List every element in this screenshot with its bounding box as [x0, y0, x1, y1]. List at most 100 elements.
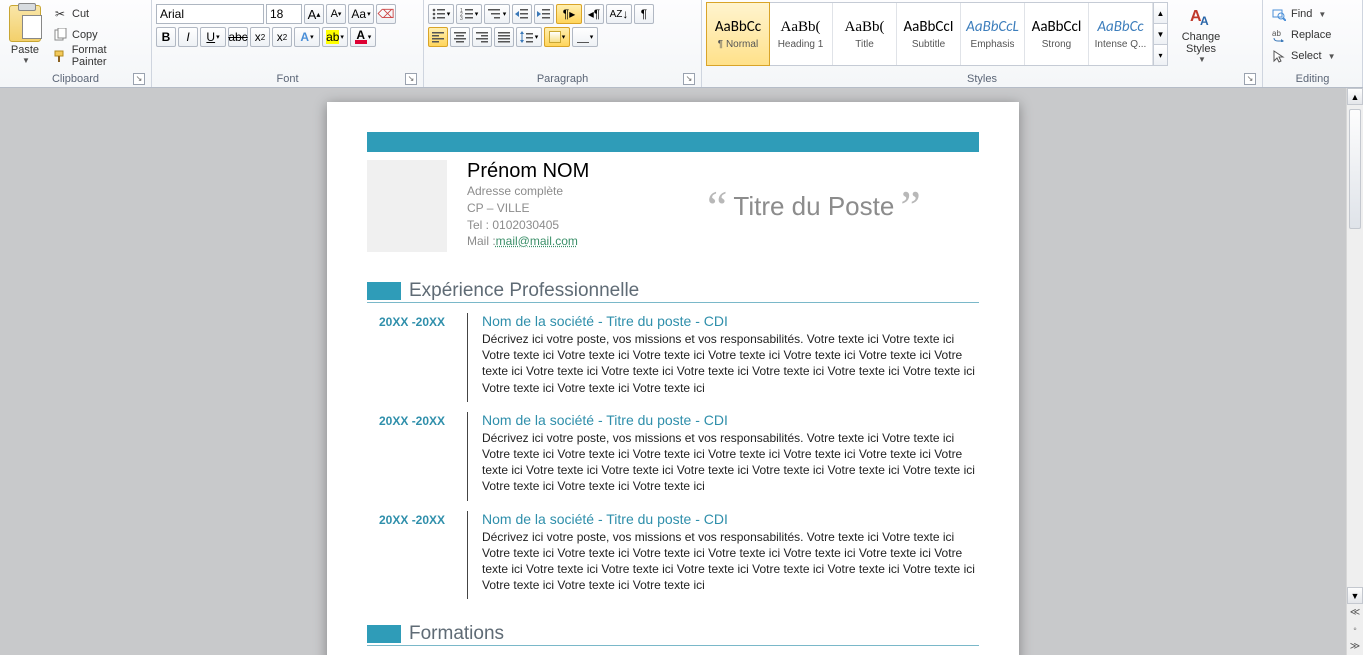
select-button[interactable]: Select▼	[1267, 46, 1357, 66]
cut-label: Cut	[72, 8, 89, 20]
align-center-button[interactable]	[450, 27, 470, 47]
experience-dates: 20XX -20XX	[379, 313, 467, 402]
vertical-scrollbar[interactable]: ▲ ▼ ≪ ◦ ≫	[1346, 88, 1363, 655]
paintbrush-icon	[52, 48, 68, 64]
text-effects-button[interactable]: A▾	[294, 27, 320, 47]
decrease-indent-button[interactable]	[512, 4, 532, 24]
justify-button[interactable]	[494, 27, 514, 47]
scroll-down-button[interactable]: ▼	[1347, 587, 1363, 604]
ltr-direction-button[interactable]: ¶▸	[556, 4, 582, 24]
document-workspace[interactable]: Prénom NOM Adresse complète CP – VILLE T…	[0, 88, 1346, 655]
cv-mail: Mail :mail@mail.com	[467, 233, 647, 250]
replace-button[interactable]: ab Replace	[1267, 25, 1357, 45]
find-label: Find	[1291, 8, 1312, 20]
next-page-button[interactable]: ≫	[1347, 638, 1363, 655]
style-item-intense-q-[interactable]: AaBbCcIntense Q...	[1089, 3, 1153, 65]
align-left-button[interactable]	[428, 27, 448, 47]
copy-icon	[52, 27, 68, 43]
experience-body: Nom de la société - Titre du poste - CDI…	[467, 511, 979, 600]
line-spacing-button[interactable]: ▾	[516, 27, 542, 47]
format-painter-button[interactable]: Format Painter	[48, 46, 147, 66]
strikethrough-button[interactable]: abc	[228, 27, 248, 47]
cv-city: CP – VILLE	[467, 200, 647, 217]
experience-row: 20XX -20XXNom de la société - Titre du p…	[379, 313, 979, 402]
cv-title-quote: “ Titre du Poste ”	[707, 160, 921, 252]
style-preview: AaBbCc	[715, 18, 761, 36]
experience-dates: 20XX -20XX	[379, 412, 467, 501]
grow-font-button[interactable]: A▴	[304, 4, 324, 24]
experiences-list: 20XX -20XXNom de la société - Titre du p…	[367, 313, 979, 599]
scroll-up-button[interactable]: ▲	[1347, 88, 1363, 105]
dialog-launcher-icon[interactable]: ↘	[405, 73, 417, 85]
experience-desc: Décrivez ici votre poste, vos missions e…	[482, 529, 979, 594]
group-title-clipboard: Clipboard ↘	[4, 72, 147, 87]
shading-button[interactable]: ▾	[544, 27, 570, 47]
style-name: Subtitle	[912, 39, 945, 50]
style-preview: AaBbCc	[1097, 18, 1143, 36]
style-preview: AaBbCcL	[966, 18, 1019, 36]
group-title-editing: Editing	[1267, 72, 1358, 87]
increase-indent-button[interactable]	[534, 4, 554, 24]
rtl-direction-button[interactable]: ◂¶	[584, 4, 604, 24]
multilevel-list-button[interactable]: ▾	[484, 4, 510, 24]
select-icon	[1271, 48, 1287, 64]
experience-title: Nom de la société - Titre du poste - CDI	[482, 511, 979, 527]
font-size-select[interactable]	[266, 4, 302, 24]
dialog-launcher-icon[interactable]: ↘	[683, 73, 695, 85]
gallery-more-button[interactable]: ▾	[1154, 45, 1167, 65]
italic-button[interactable]: I	[178, 27, 198, 47]
style-item-title[interactable]: AaBb(Title	[833, 3, 897, 65]
experience-title: Nom de la société - Titre du poste - CDI	[482, 412, 979, 428]
scroll-thumb[interactable]	[1349, 109, 1361, 229]
document-page[interactable]: Prénom NOM Adresse complète CP – VILLE T…	[327, 102, 1019, 655]
style-item-heading-1[interactable]: AaBb(Heading 1	[769, 3, 833, 65]
paste-button[interactable]: Paste ▼	[4, 2, 46, 68]
cv-address: Adresse complète	[467, 183, 647, 200]
dialog-launcher-icon[interactable]: ↘	[133, 73, 145, 85]
cut-button[interactable]: ✂ Cut	[48, 4, 147, 24]
borders-button[interactable]: ▾	[572, 27, 598, 47]
style-item-subtitle[interactable]: AaBbCcI Subtitle	[897, 3, 961, 65]
browse-object-button[interactable]: ◦	[1347, 621, 1363, 638]
prev-page-button[interactable]: ≪	[1347, 604, 1363, 621]
style-name: ¶ Normal	[718, 39, 758, 50]
dialog-launcher-icon[interactable]: ↘	[1244, 73, 1256, 85]
styles-gallery: AaBbCc¶ NormalAaBb(Heading 1AaBb(TitleAa…	[706, 2, 1168, 66]
shrink-font-button[interactable]: A▾	[326, 4, 346, 24]
gallery-up-button[interactable]: ▲	[1154, 3, 1167, 24]
copy-button[interactable]: Copy	[48, 25, 147, 45]
bullets-button[interactable]: ▾	[428, 4, 454, 24]
style-item-emphasis[interactable]: AaBbCcL Emphasis	[961, 3, 1025, 65]
style-item--normal[interactable]: AaBbCc ¶ Normal	[706, 2, 770, 66]
change-styles-button[interactable]: AA Change Styles ▼	[1174, 2, 1228, 66]
find-button[interactable]: Find▼	[1267, 4, 1357, 24]
bold-button[interactable]: B	[156, 27, 176, 47]
change-case-button[interactable]: Aa▾	[348, 4, 374, 24]
font-color-button[interactable]: A▾	[350, 27, 376, 47]
highlight-button[interactable]: ab▾	[322, 27, 348, 47]
font-name-select[interactable]	[156, 4, 264, 24]
paste-label: Paste	[11, 44, 39, 56]
style-preview: AaBb(	[845, 19, 885, 36]
numbering-button[interactable]: 123▾	[456, 4, 482, 24]
section-marker	[367, 282, 401, 300]
group-clipboard: Paste ▼ ✂ Cut Copy Format Painter Clipb	[0, 0, 152, 87]
gallery-down-button[interactable]: ▼	[1154, 24, 1167, 45]
style-name: Emphasis	[971, 39, 1015, 50]
align-right-button[interactable]	[472, 27, 492, 47]
group-title-paragraph: Paragraph ↘	[428, 72, 697, 87]
show-marks-button[interactable]: ¶	[634, 4, 654, 24]
group-editing: Find▼ ab Replace Select▼ Editing	[1263, 0, 1363, 87]
experience-body: Nom de la société - Titre du poste - CDI…	[467, 313, 979, 402]
cv-top-bar	[367, 132, 979, 152]
clear-formatting-button[interactable]: ⌫	[376, 4, 396, 24]
section-experience: Expérience Professionnelle	[367, 280, 979, 303]
sort-button[interactable]: AZ↓	[606, 4, 632, 24]
superscript-button[interactable]: x2	[272, 27, 292, 47]
style-preview: AaBbCcI	[903, 18, 953, 36]
copy-label: Copy	[72, 29, 98, 41]
style-item-strong[interactable]: AaBbCclStrong	[1025, 3, 1089, 65]
scroll-track[interactable]	[1347, 105, 1363, 587]
underline-button[interactable]: U▾	[200, 27, 226, 47]
subscript-button[interactable]: x2	[250, 27, 270, 47]
